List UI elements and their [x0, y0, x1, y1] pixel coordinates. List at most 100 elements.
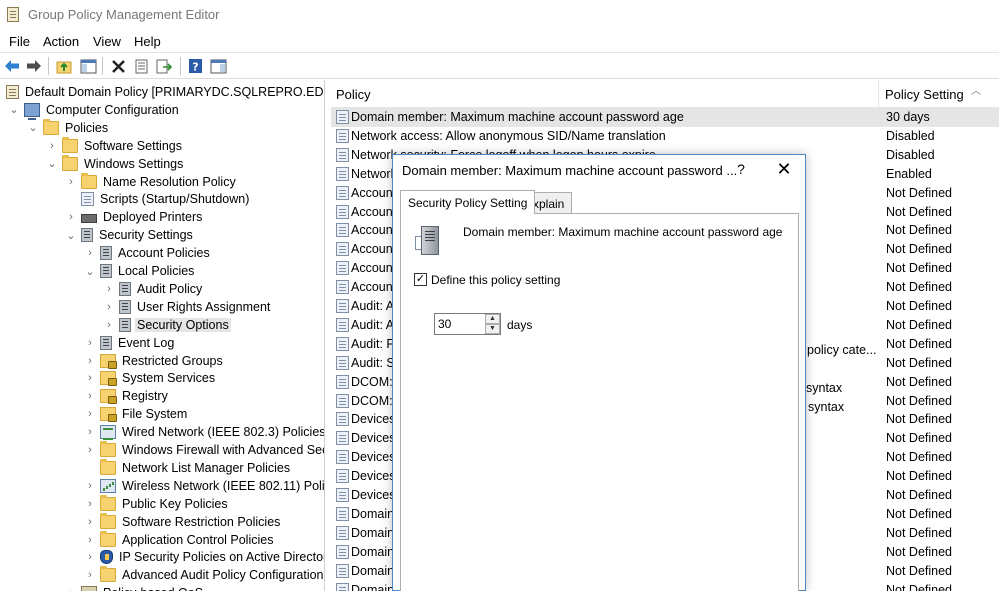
show-hide-action-pane-icon[interactable]: [208, 56, 228, 76]
column-header-policy-setting[interactable]: Policy Setting: [880, 80, 999, 108]
define-policy-checkbox[interactable]: ✓: [414, 273, 427, 286]
lock-folder-icon: [100, 389, 117, 405]
policy-icon: [336, 431, 349, 446]
window-title: Group Policy Management Editor: [28, 7, 220, 22]
tree-node[interactable]: › Software Settings: [46, 136, 184, 155]
chevron-right-icon[interactable]: ›: [84, 477, 96, 495]
chevron-down-icon[interactable]: ⌄: [8, 101, 20, 119]
tree-node[interactable]: › Wired Network (IEEE 802.3) Policies: [84, 423, 324, 441]
help-icon[interactable]: ?: [185, 56, 205, 76]
tree-node[interactable]: Scripts (Startup/Shutdown): [65, 190, 251, 208]
forward-icon[interactable]: [24, 56, 44, 76]
chevron-right-icon[interactable]: ›: [84, 387, 96, 405]
properties-icon[interactable]: [131, 56, 151, 76]
policy-setting-value: Not Defined: [886, 506, 953, 521]
menu-action[interactable]: Action: [40, 33, 82, 50]
policy-setting-value: Disabled: [886, 128, 935, 143]
tree-node[interactable]: › Wireless Network (IEEE 802.11) Policies: [84, 477, 324, 495]
chevron-right-icon[interactable]: ›: [84, 405, 96, 423]
chevron-right-icon[interactable]: ›: [84, 352, 96, 370]
tree-node[interactable]: ⌄ Security Settings: [65, 226, 195, 244]
chevron-right-icon[interactable]: ›: [84, 566, 96, 584]
up-folder-icon[interactable]: [54, 56, 74, 76]
tree-node[interactable]: › User Rights Assignment: [103, 298, 272, 316]
define-policy-label[interactable]: Define this policy setting: [431, 273, 560, 287]
password-age-input[interactable]: [435, 314, 485, 334]
tree-node[interactable]: Network List Manager Policies: [84, 458, 292, 477]
policy-name: Audit: A: [351, 317, 395, 332]
tree-node[interactable]: ⌄ Local Policies: [84, 262, 196, 280]
chevron-right-icon[interactable]: ›: [65, 584, 77, 591]
tree-node-label: Windows Firewall with Advanced Secur: [122, 443, 325, 457]
tree-node-label: Network List Manager Policies: [122, 460, 291, 475]
spinner-down-button[interactable]: ▼: [485, 324, 500, 334]
chevron-right-icon[interactable]: ›: [84, 513, 96, 531]
close-button[interactable]: ✕: [773, 158, 795, 180]
tree-node[interactable]: › Advanced Audit Policy Configuration: [84, 566, 324, 584]
tree-node-label: Name Resolution Policy: [103, 174, 236, 189]
policy-name: Domain: [351, 506, 395, 521]
delete-icon[interactable]: [108, 56, 128, 76]
tree-node[interactable]: › System Services: [84, 369, 217, 387]
tree-node[interactable]: › Deployed Printers: [65, 208, 204, 226]
chevron-right-icon[interactable]: ›: [65, 208, 77, 226]
chevron-down-icon[interactable]: ⌄: [46, 155, 58, 173]
tree-node[interactable]: ⌄ Computer Configuration: [8, 101, 181, 120]
policy-setting-value: Not Defined: [886, 488, 953, 502]
tree-node[interactable]: › Event Log: [84, 334, 176, 352]
tree-node[interactable]: › Registry: [84, 387, 170, 405]
policy-row[interactable]: Domain member: Maximum machine account p…: [331, 108, 999, 127]
tree-node[interactable]: › Account Policies: [84, 244, 212, 262]
tree-node[interactable]: › IP Security Policies on Active Director…: [84, 548, 324, 566]
help-button[interactable]: ?: [733, 161, 749, 179]
chevron-right-icon[interactable]: ›: [84, 244, 96, 262]
chevron-right-icon[interactable]: ›: [46, 137, 58, 155]
password-age-spinner[interactable]: ▲ ▼: [434, 313, 501, 335]
menu-view[interactable]: View: [90, 33, 124, 50]
chevron-right-icon[interactable]: ›: [84, 369, 96, 387]
policy-setting-value: Not Defined: [886, 261, 953, 276]
console-tree[interactable]: Default Domain Policy [PRIMARYDC.SQLREPR…: [0, 80, 325, 591]
policy-icon: [336, 185, 349, 200]
tree-node[interactable]: › Security Options: [103, 316, 231, 334]
tree-node[interactable]: › Policy-based QoS: [65, 584, 205, 591]
tree-node[interactable]: Default Domain Policy [PRIMARYDC.SQLREPR…: [6, 83, 324, 101]
tree-node[interactable]: ⌄ Windows Settings: [46, 154, 185, 173]
chevron-down-icon[interactable]: ⌄: [27, 119, 39, 137]
chevron-down-icon[interactable]: ⌄: [65, 226, 77, 244]
chevron-right-icon[interactable]: ›: [84, 441, 96, 459]
folder-icon: [100, 566, 116, 583]
column-header-policy[interactable]: Policy: [331, 80, 879, 108]
toolbar-separator: [48, 57, 49, 75]
tree-node[interactable]: › Name Resolution Policy: [65, 172, 238, 191]
chevron-right-icon[interactable]: ›: [65, 173, 77, 191]
chevron-right-icon[interactable]: ›: [84, 548, 96, 566]
chevron-right-icon[interactable]: ›: [84, 531, 96, 549]
chevron-right-icon[interactable]: ›: [103, 316, 115, 334]
tab-security-policy-setting[interactable]: Security Policy Setting: [400, 190, 536, 214]
tree-node[interactable]: › File System: [84, 405, 189, 423]
chevron-right-icon[interactable]: ›: [103, 280, 115, 298]
tree-node[interactable]: › Application Control Policies: [84, 530, 275, 549]
tree-node[interactable]: › Public Key Policies: [84, 494, 230, 513]
chevron-right-icon[interactable]: ›: [84, 495, 96, 513]
tree-node[interactable]: › Audit Policy: [103, 280, 204, 298]
chevron-right-icon[interactable]: ›: [103, 298, 115, 316]
tree-node-label: Restricted Groups: [122, 353, 223, 368]
tree-node-label: System Services: [122, 371, 216, 386]
spinner-up-button[interactable]: ▲: [485, 314, 500, 324]
policy-row[interactable]: Network access: Allow anonymous SID/Name…: [331, 127, 999, 146]
tree-node[interactable]: › Software Restriction Policies: [84, 512, 282, 531]
chevron-right-icon[interactable]: ›: [84, 334, 96, 352]
tree-node[interactable]: › Windows Firewall with Advanced Secur: [84, 441, 325, 459]
chevron-down-icon[interactable]: ⌄: [84, 262, 96, 280]
unit-label: days: [507, 318, 533, 332]
menu-file[interactable]: File: [6, 33, 33, 50]
chevron-right-icon[interactable]: ›: [84, 423, 96, 441]
tree-node[interactable]: › Restricted Groups: [84, 352, 225, 370]
show-hide-tree-icon[interactable]: [78, 56, 98, 76]
back-icon[interactable]: [2, 56, 22, 76]
export-list-icon[interactable]: [154, 56, 174, 76]
tree-node[interactable]: ⌄ Policies: [27, 118, 110, 137]
menu-help[interactable]: Help: [131, 33, 164, 50]
